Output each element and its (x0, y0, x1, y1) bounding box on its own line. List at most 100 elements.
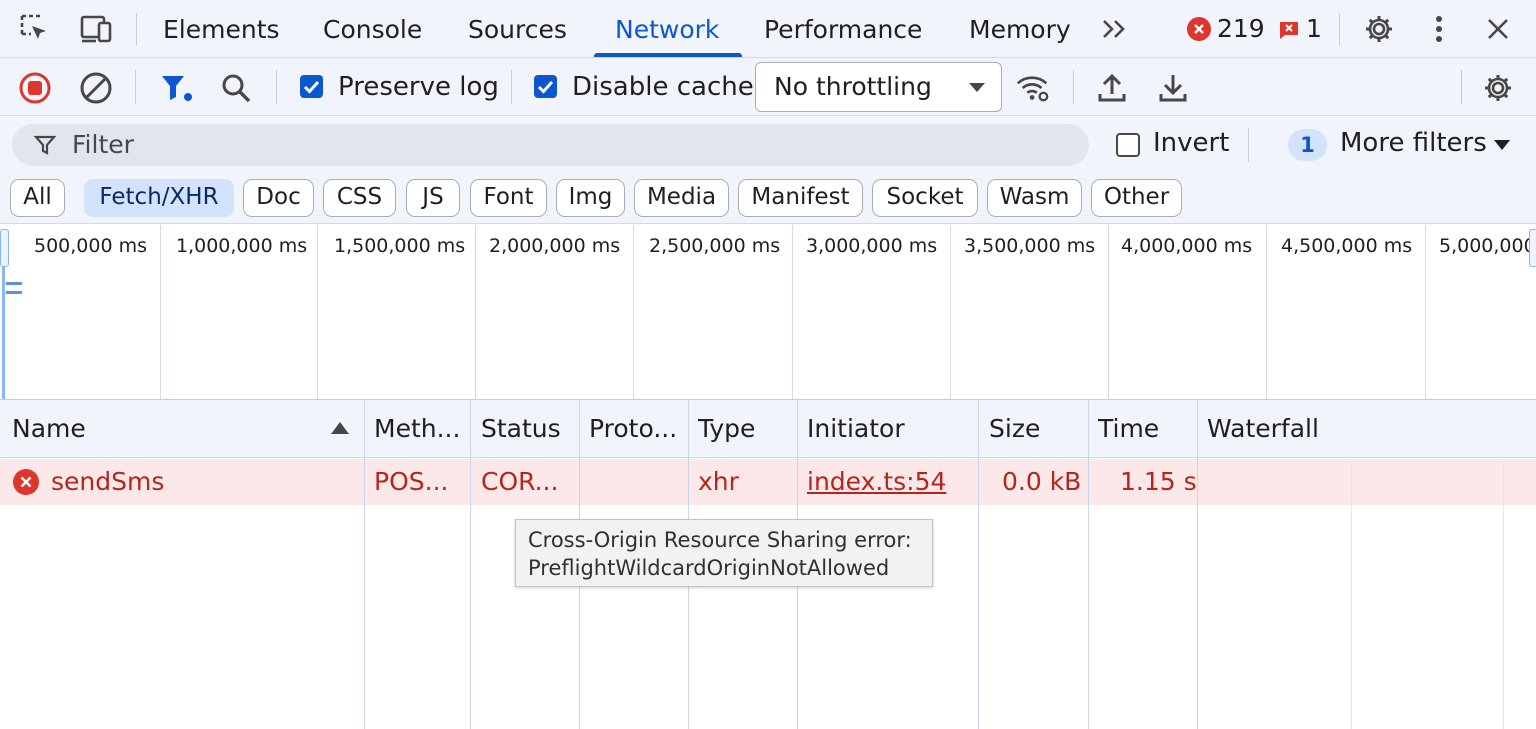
devtools-tab-bar: Elements Console Sources Network Perform… (0, 0, 1536, 58)
overview-gridline (160, 225, 161, 399)
throttling-select[interactable]: No throttling (755, 62, 1002, 112)
invert-label[interactable]: Invert (1153, 128, 1229, 158)
overview-right-handle[interactable] (1529, 229, 1536, 267)
chevrons-right-icon[interactable] (1098, 12, 1132, 46)
search-icon[interactable] (218, 70, 254, 106)
table-row[interactable] (0, 459, 1536, 505)
close-icon[interactable] (1481, 12, 1515, 46)
tooltip-line-1: Cross-Origin Resource Sharing error: (528, 528, 912, 552)
filter-input[interactable]: Filter (12, 124, 1089, 166)
tab-elements[interactable]: Elements (163, 0, 280, 58)
request-type: xhr (698, 467, 739, 496)
type-chip-all[interactable]: All (10, 179, 65, 217)
toolbar-divider (135, 70, 136, 104)
filter-divider (1248, 128, 1249, 162)
filter-placeholder: Filter (72, 130, 134, 159)
type-chip-font[interactable]: Font (470, 179, 547, 217)
sort-ascending-icon[interactable] (331, 422, 349, 434)
column-divider[interactable] (978, 400, 979, 729)
more-filters-button[interactable]: More filters (1340, 128, 1487, 158)
column-header-size[interactable]: Size (989, 400, 1040, 458)
cors-error-tooltip: Cross-Origin Resource Sharing error: Pre… (515, 519, 933, 587)
filter-funnel-icon[interactable] (158, 70, 194, 106)
column-divider[interactable] (1088, 400, 1089, 729)
request-name[interactable]: sendSms (51, 459, 164, 505)
type-chip-css[interactable]: CSS (323, 179, 396, 217)
resource-type-filters: All Fetch/XHR Doc CSS JS Font Img Media … (0, 174, 1536, 224)
error-counter[interactable]: 219 (1187, 14, 1265, 43)
column-header-name[interactable]: Name (12, 400, 86, 458)
throttling-value: No throttling (774, 72, 932, 101)
type-chip-wasm[interactable]: Wasm (987, 179, 1082, 217)
overview-gridline (633, 225, 634, 399)
overview-tick-label: 1,500,000 ms (334, 235, 466, 257)
overview-gridline (317, 225, 318, 399)
request-status[interactable]: COR... (481, 459, 558, 505)
export-har-icon[interactable] (1155, 70, 1191, 106)
preserve-log-checkbox[interactable] (300, 75, 323, 98)
column-divider[interactable] (470, 400, 471, 729)
overview-tick-label: 4,000,000 ms (1121, 235, 1253, 257)
request-size: 0.0 kB (1002, 467, 1082, 496)
toolbar-divider (276, 70, 277, 104)
tab-network[interactable]: Network (615, 0, 719, 58)
invert-checkbox[interactable] (1116, 133, 1140, 157)
overview-gridline (1425, 225, 1426, 399)
type-chip-js[interactable]: JS (406, 179, 460, 217)
device-toolbar-icon[interactable] (79, 12, 113, 46)
column-header-method[interactable]: Meth... (374, 400, 466, 458)
clear-log-icon[interactable] (78, 70, 114, 106)
column-header-type[interactable]: Type (698, 400, 755, 458)
overview-request-mark (6, 291, 22, 294)
type-chip-manifest[interactable]: Manifest (738, 179, 863, 217)
issue-flag-icon (1278, 18, 1300, 40)
network-overview-timeline[interactable]: 500,000 ms 1,000,000 ms 1,500,000 ms 2,0… (0, 225, 1536, 400)
column-header-status[interactable]: Status (481, 400, 561, 458)
request-method: POS... (374, 467, 449, 496)
overview-request-mark (6, 282, 22, 285)
inspect-element-icon[interactable] (18, 12, 52, 46)
network-settings-gear-icon[interactable] (1480, 70, 1516, 106)
type-chip-media[interactable]: Media (634, 179, 729, 217)
tab-sources[interactable]: Sources (468, 0, 567, 58)
network-conditions-icon[interactable] (1015, 70, 1051, 106)
overview-tick-label: 2,500,000 ms (649, 235, 781, 257)
type-chip-other[interactable]: Other (1091, 179, 1182, 217)
overview-tick-label: 500,000 ms (34, 235, 148, 257)
overview-tick-label: 3,000,000 ms (806, 235, 938, 257)
tab-memory[interactable]: Memory (969, 0, 1071, 58)
settings-gear-icon[interactable] (1362, 12, 1396, 46)
dropdown-arrow-icon (969, 83, 985, 92)
overview-gridline (1266, 225, 1267, 399)
issues-counter[interactable]: 1 (1278, 14, 1322, 43)
type-chip-doc[interactable]: Doc (243, 179, 314, 217)
stop-recording-icon[interactable] (17, 70, 53, 106)
column-divider[interactable] (364, 400, 365, 729)
error-icon (1187, 16, 1211, 41)
tab-performance[interactable]: Performance (764, 0, 922, 58)
tab-console[interactable]: Console (323, 0, 422, 58)
type-chip-img[interactable]: Img (556, 179, 625, 217)
column-header-initiator[interactable]: Initiator (807, 400, 905, 458)
overview-tick-label: 5,000,000 ms (1439, 235, 1536, 257)
column-header-time[interactable]: Time (1098, 400, 1159, 458)
request-initiator-link[interactable]: index.ts:54 (807, 459, 946, 505)
disable-cache-label[interactable]: Disable cache (572, 72, 754, 102)
overview-gridline (475, 225, 476, 399)
toolbar-divider (511, 70, 512, 104)
kebab-menu-icon[interactable] (1422, 12, 1456, 46)
column-header-protocol[interactable]: Proto... (589, 400, 685, 458)
column-divider[interactable] (1197, 400, 1198, 729)
column-header-waterfall[interactable]: Waterfall (1207, 400, 1319, 458)
preserve-log-label[interactable]: Preserve log (338, 72, 499, 102)
tab-bar-divider (136, 13, 137, 45)
overview-left-handle[interactable] (0, 229, 9, 267)
error-count: 219 (1217, 14, 1265, 43)
more-filters-dropdown-icon[interactable] (1494, 140, 1510, 150)
overview-tick-label: 2,000,000 ms (489, 235, 621, 257)
type-chip-socket[interactable]: Socket (872, 179, 978, 217)
disable-cache-checkbox[interactable] (534, 75, 557, 98)
active-tab-indicator (594, 53, 742, 57)
type-chip-fetch-xhr[interactable]: Fetch/XHR (84, 179, 234, 217)
import-har-icon[interactable] (1094, 70, 1130, 106)
